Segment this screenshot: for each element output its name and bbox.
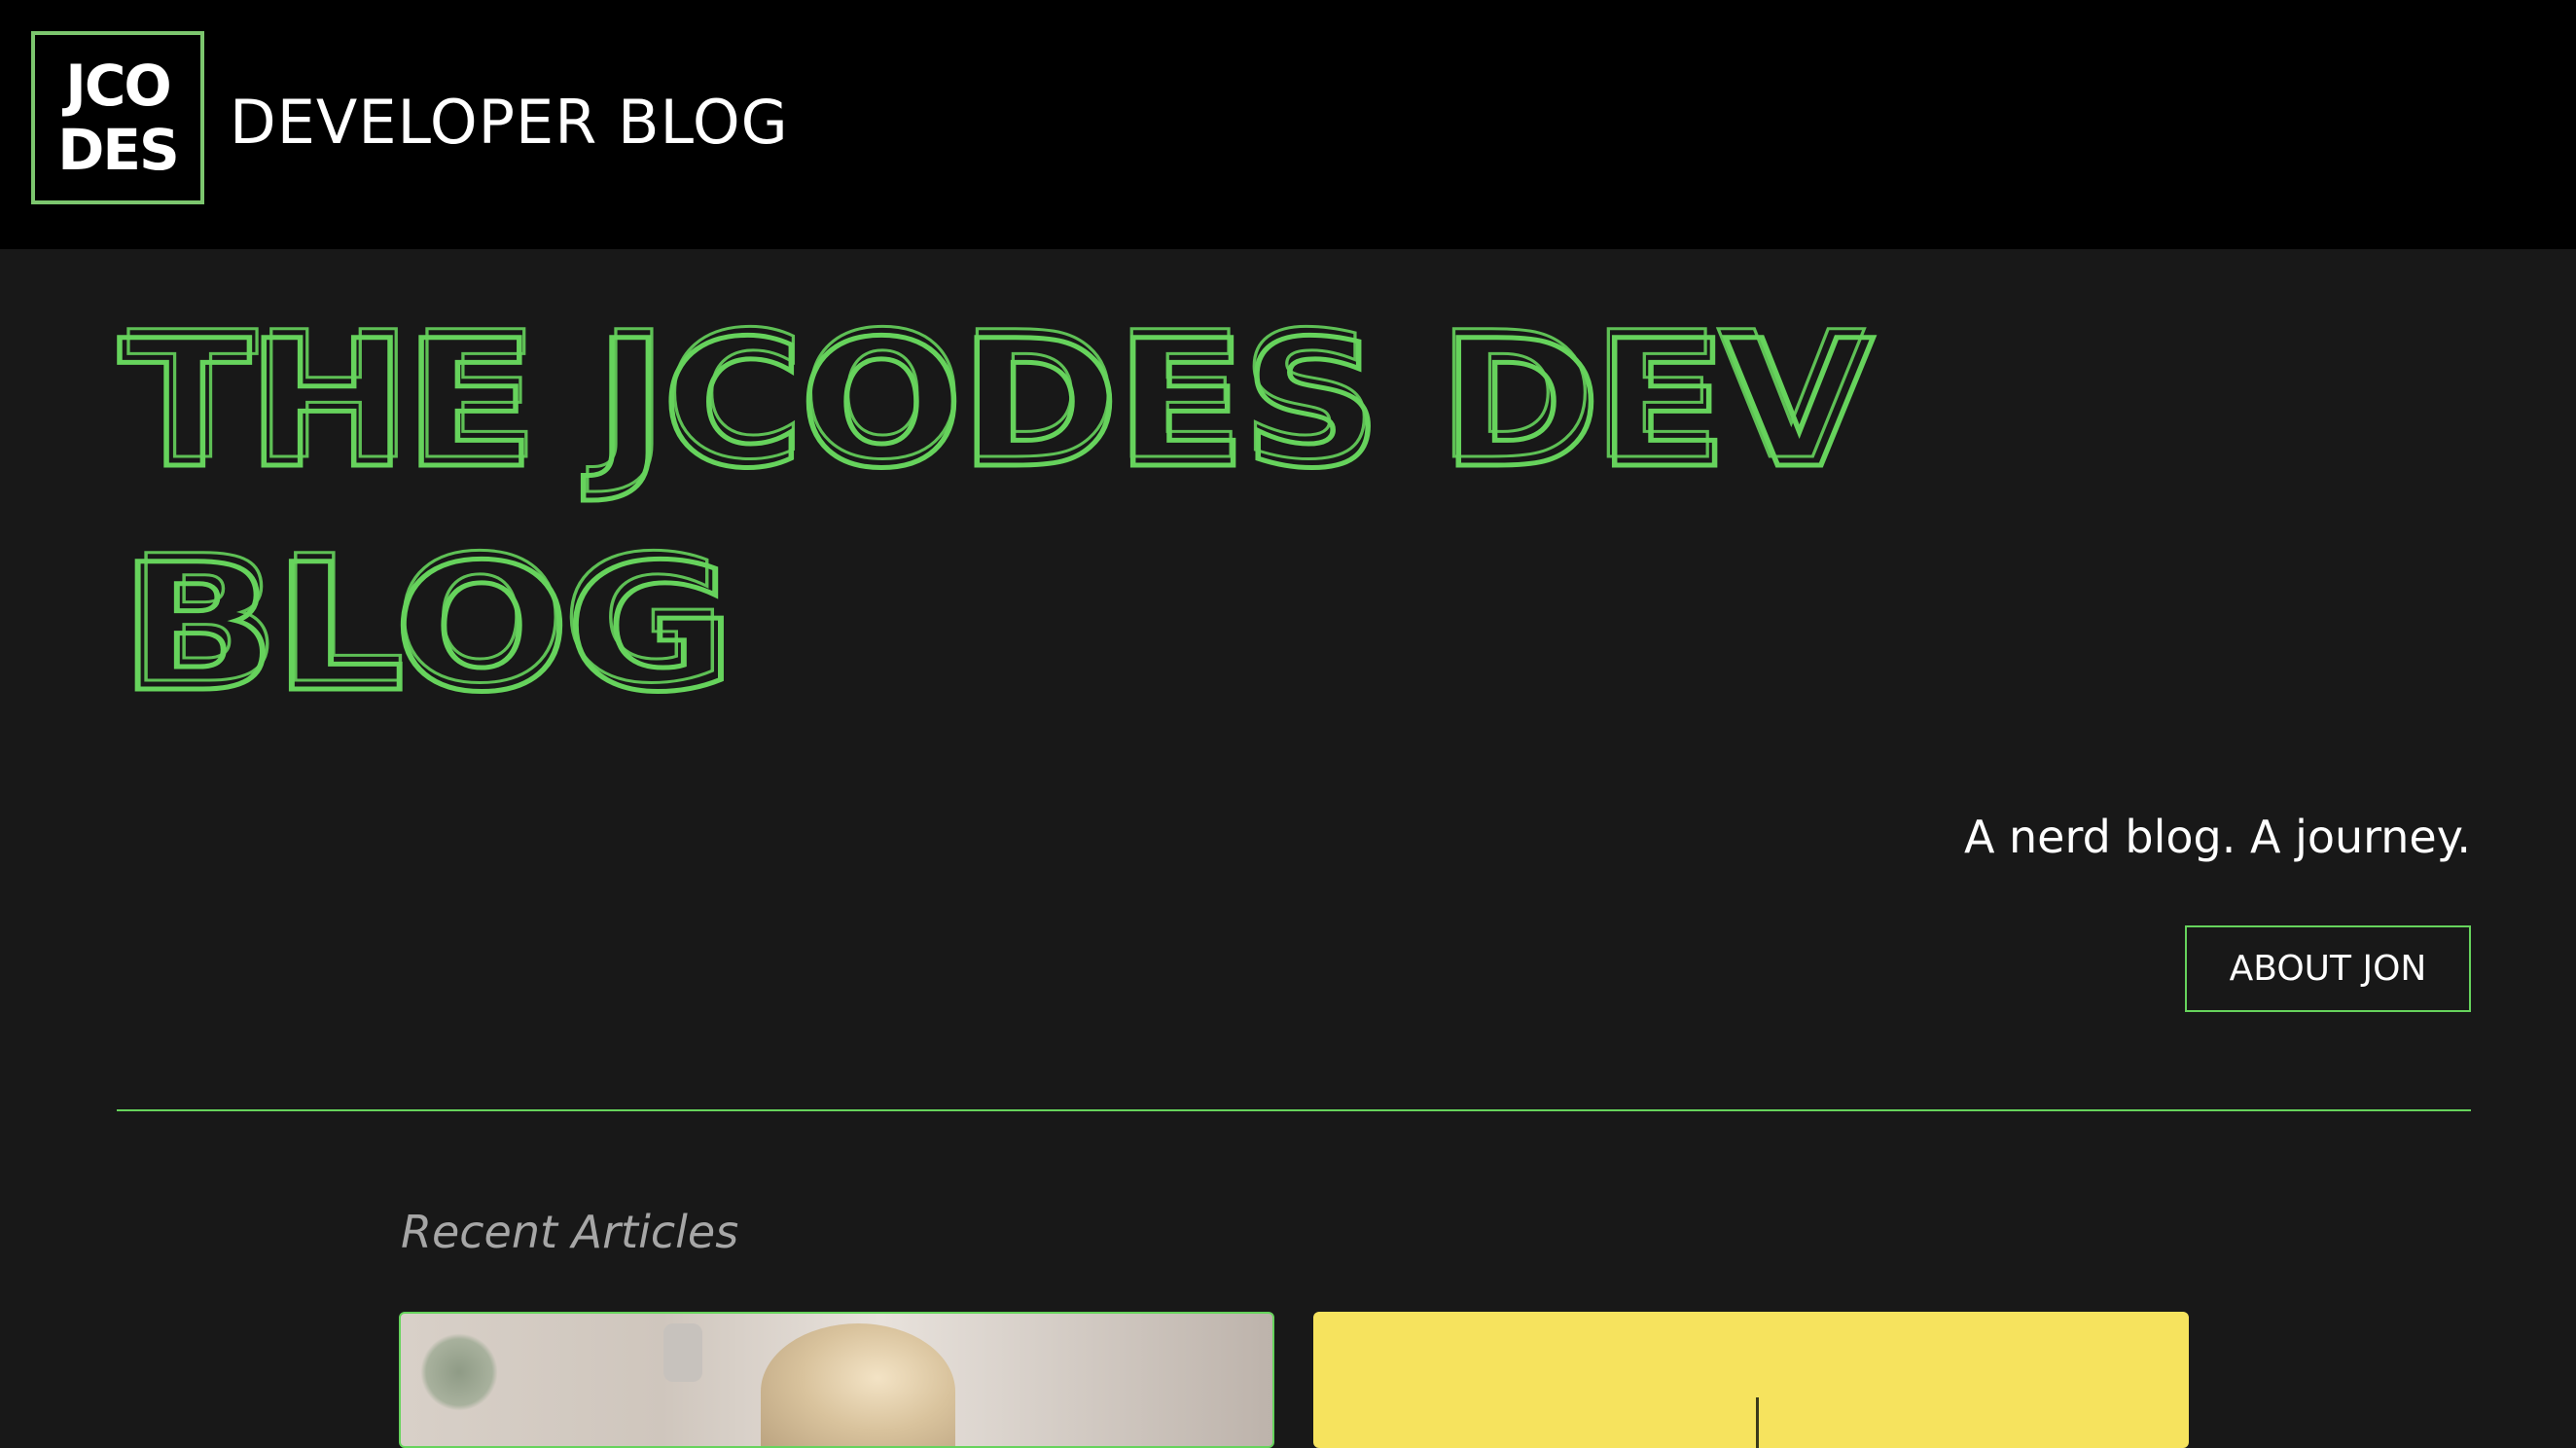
hero-title-line1-echo: THE JCODES DEV	[127, 295, 1865, 498]
recent-articles-heading: Recent Articles	[401, 1206, 739, 1258]
hero-title-line2-echo: BLOG	[127, 519, 723, 722]
site-header: JCO DES DEVELOPER BLOG	[0, 0, 2576, 249]
logo-text-line1: JCO	[65, 53, 171, 119]
article-card-1-image-person	[761, 1323, 955, 1446]
section-divider	[117, 1109, 2471, 1111]
hero-title: THE JCODES DEV BLOG THE JCODES DEV BLOG	[117, 294, 1880, 734]
site-title[interactable]: DEVELOPER BLOG	[230, 84, 789, 162]
article-card-1-image-plant	[420, 1333, 498, 1411]
article-card-2[interactable]	[1313, 1312, 2189, 1448]
logo-text-line2: DES	[57, 117, 180, 183]
article-card-1-image-vase	[663, 1323, 702, 1382]
hero-tagline: A nerd blog. A journey.	[1963, 811, 2471, 863]
about-jon-button[interactable]: ABOUT JON	[2185, 925, 2471, 1012]
site-logo[interactable]: JCO DES	[31, 31, 204, 204]
article-card-2-image	[1756, 1397, 1759, 1448]
article-card-1[interactable]	[399, 1312, 1274, 1448]
